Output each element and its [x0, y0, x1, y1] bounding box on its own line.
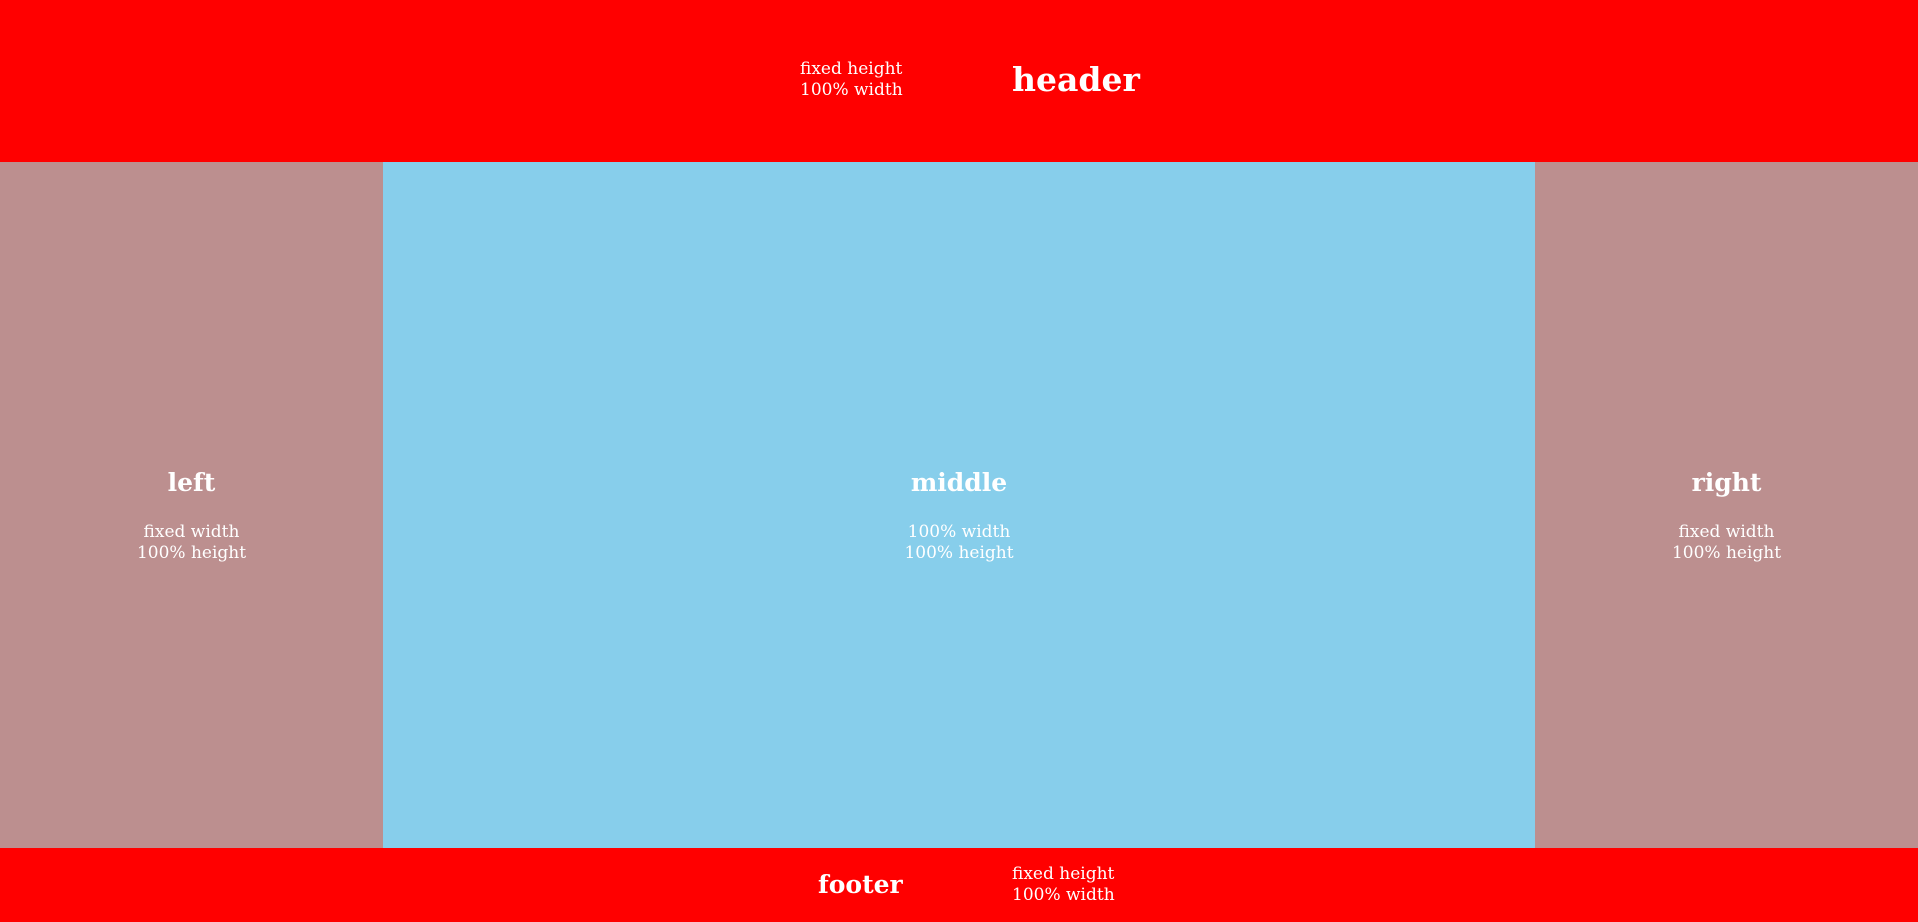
left-column: left fixed width 100% height	[0, 162, 383, 848]
right-title: right	[1691, 468, 1762, 497]
right-note-line1: fixed width	[1678, 522, 1775, 542]
right-note: fixed width 100% height	[1535, 522, 1918, 564]
left-note-line1: fixed width	[143, 522, 240, 542]
header-note-line2: 100% width	[800, 80, 903, 100]
footer-note-line1: fixed height	[1012, 864, 1115, 884]
footer-title: footer	[818, 870, 903, 899]
middle-note: 100% width 100% height	[383, 522, 1535, 564]
header-note-line1: fixed height	[800, 59, 903, 79]
left-note-line2: 100% height	[136, 543, 247, 563]
middle-note-line1: 100% width	[907, 522, 1011, 542]
middle-note-line2: 100% height	[904, 543, 1014, 563]
middle-column: middle 100% width 100% height	[383, 162, 1535, 848]
footer-note: fixed height 100% width	[1012, 864, 1115, 906]
footer-note-line2: 100% width	[1012, 885, 1115, 905]
left-note: fixed width 100% height	[0, 522, 383, 564]
header-title: header	[1012, 60, 1140, 99]
footer-region: footer fixed height 100% width	[0, 848, 1918, 922]
right-column: right fixed width 100% height	[1535, 162, 1918, 848]
header-note: fixed height 100% width	[800, 59, 903, 101]
right-note-line2: 100% height	[1671, 543, 1782, 563]
header-region: fixed height 100% width header	[0, 0, 1918, 162]
left-title: left	[167, 468, 216, 497]
middle-title: middle	[910, 468, 1008, 497]
